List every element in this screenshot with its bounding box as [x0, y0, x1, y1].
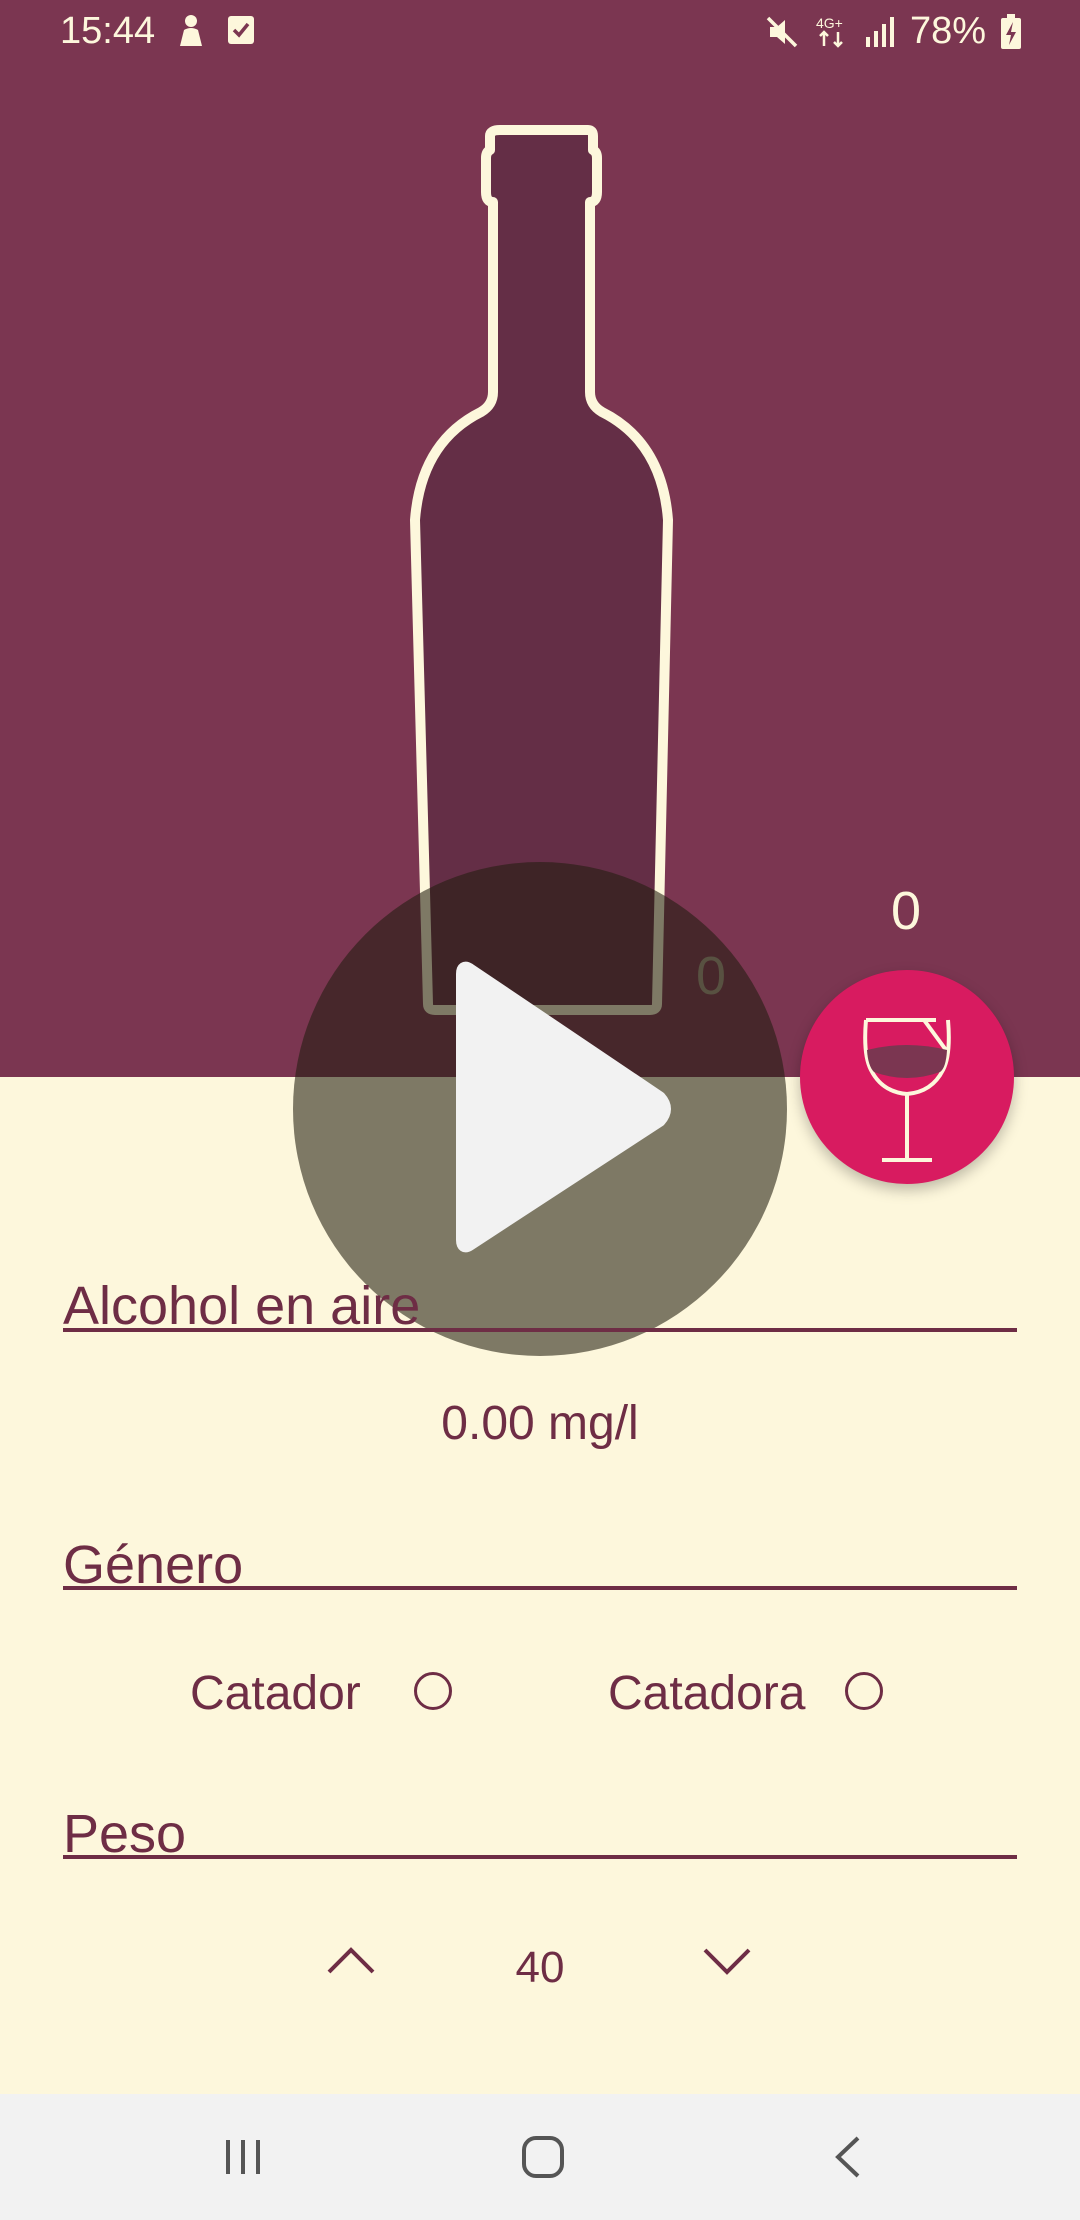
chevron-down-icon: [703, 1948, 751, 1975]
alcohol-divider: [63, 1328, 1017, 1332]
radio-catadora[interactable]: [845, 1672, 883, 1710]
navigation-bar: [0, 2094, 1080, 2220]
mute-icon: [764, 14, 800, 50]
weight-value: 40: [515, 1943, 565, 1992]
weight-decrease-button[interactable]: [697, 1940, 757, 1980]
weight-divider: [63, 1855, 1017, 1859]
status-time: 15:44: [60, 10, 156, 52]
add-glass-button[interactable]: [800, 970, 1014, 1184]
radio-label-catadora[interactable]: Catadora: [608, 1666, 805, 1721]
check-box-icon: [226, 14, 256, 48]
battery-text: 78%: [909, 10, 986, 52]
radio-label-catador[interactable]: Catador: [190, 1666, 361, 1721]
network-label: 4G+: [816, 15, 843, 31]
person-icon: [176, 14, 206, 48]
battery-charging-icon: [1000, 13, 1022, 50]
network-4g-icon: 4G+: [814, 14, 850, 50]
status-bar: 15:44 4G+ 78%: [0, 0, 1080, 64]
glass-count: 0: [890, 881, 922, 941]
radio-catador[interactable]: [414, 1672, 452, 1710]
chevron-up-icon: [327, 1947, 375, 1974]
home-icon[interactable]: [520, 2134, 566, 2180]
gender-divider: [63, 1586, 1017, 1590]
alcohol-value: 0.00 mg/l: [441, 1397, 639, 1450]
wine-glass-icon: [863, 1018, 951, 1162]
weight-increase-button[interactable]: [321, 1940, 381, 1980]
signal-icon: [864, 15, 896, 49]
back-icon[interactable]: [830, 2134, 866, 2180]
recents-icon[interactable]: [222, 2136, 264, 2178]
